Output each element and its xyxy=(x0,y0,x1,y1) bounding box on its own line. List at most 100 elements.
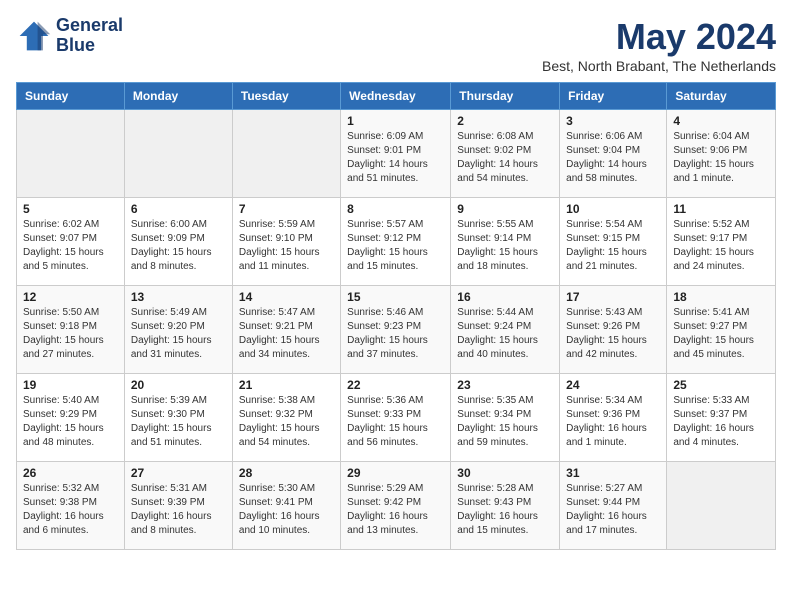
weekday-header-friday: Friday xyxy=(560,83,667,110)
day-number: 15 xyxy=(347,290,444,304)
day-number: 2 xyxy=(457,114,553,128)
title-block: May 2024 Best, North Brabant, The Nether… xyxy=(542,16,776,74)
calendar-week-row: 19 Sunrise: 5:40 AM Sunset: 9:29 PM Dayli… xyxy=(17,374,776,462)
day-info: Sunrise: 5:30 AM Sunset: 9:41 PM Dayligh… xyxy=(239,482,334,538)
day-info: Sunrise: 5:40 AM Sunset: 9:29 PM Dayligh… xyxy=(23,394,118,450)
weekday-header-sunday: Sunday xyxy=(17,83,125,110)
calendar-cell: 5 Sunrise: 6:02 AM Sunset: 9:07 PM Daylig… xyxy=(17,198,125,286)
calendar-week-row: 26 Sunrise: 5:32 AM Sunset: 9:38 PM Dayli… xyxy=(17,462,776,550)
day-info: Sunrise: 6:00 AM Sunset: 9:09 PM Dayligh… xyxy=(131,218,226,274)
logo-icon xyxy=(16,18,52,54)
day-info: Sunrise: 5:33 AM Sunset: 9:37 PM Dayligh… xyxy=(673,394,769,450)
day-number: 8 xyxy=(347,202,444,216)
calendar-table: SundayMondayTuesdayWednesdayThursdayFrid… xyxy=(16,82,776,550)
calendar-cell: 24Sunrise: 5:34 AM Sunset: 9:36 PM Dayli… xyxy=(560,374,667,462)
calendar-cell: 21 Sunrise: 5:38 AM Sunset: 9:32 PM Dayli… xyxy=(232,374,340,462)
day-info: Sunrise: 5:32 AM Sunset: 9:38 PM Dayligh… xyxy=(23,482,118,538)
day-info: Sunrise: 5:43 AM Sunset: 9:26 PM Dayligh… xyxy=(566,306,660,362)
day-info: Sunrise: 5:36 AM Sunset: 9:33 PM Dayligh… xyxy=(347,394,444,450)
calendar-cell: 20 Sunrise: 5:39 AM Sunset: 9:30 PM Dayli… xyxy=(124,374,232,462)
calendar-cell: 19 Sunrise: 5:40 AM Sunset: 9:29 PM Dayli… xyxy=(17,374,125,462)
day-number: 18 xyxy=(673,290,769,304)
day-info: Sunrise: 5:35 AM Sunset: 9:34 PM Dayligh… xyxy=(457,394,553,450)
calendar-cell: 15Sunrise: 5:46 AM Sunset: 9:23 PM Dayli… xyxy=(341,286,451,374)
calendar-cell: 2 Sunrise: 6:08 AM Sunset: 9:02 PM Daylig… xyxy=(451,110,560,198)
calendar-cell xyxy=(17,110,125,198)
day-info: Sunrise: 5:52 AM Sunset: 9:17 PM Dayligh… xyxy=(673,218,769,274)
calendar-cell: 23 Sunrise: 5:35 AM Sunset: 9:34 PM Dayli… xyxy=(451,374,560,462)
calendar-header-row: SundayMondayTuesdayWednesdayThursdayFrid… xyxy=(17,83,776,110)
calendar-cell: 17 Sunrise: 5:43 AM Sunset: 9:26 PM Dayli… xyxy=(560,286,667,374)
day-info: Sunrise: 6:04 AM Sunset: 9:06 PM Dayligh… xyxy=(673,130,769,186)
weekday-header-thursday: Thursday xyxy=(451,83,560,110)
day-number: 13 xyxy=(131,290,226,304)
calendar-cell: 16Sunrise: 5:44 AM Sunset: 9:24 PM Dayli… xyxy=(451,286,560,374)
day-info: Sunrise: 6:02 AM Sunset: 9:07 PM Dayligh… xyxy=(23,218,118,274)
day-info: Sunrise: 6:06 AM Sunset: 9:04 PM Dayligh… xyxy=(566,130,660,186)
calendar-cell: 9Sunrise: 5:55 AM Sunset: 9:14 PM Daylig… xyxy=(451,198,560,286)
day-number: 5 xyxy=(23,202,118,216)
day-number: 31 xyxy=(566,466,660,480)
day-number: 29 xyxy=(347,466,444,480)
weekday-header-monday: Monday xyxy=(124,83,232,110)
calendar-cell: 31 Sunrise: 5:27 AM Sunset: 9:44 PM Dayli… xyxy=(560,462,667,550)
calendar-cell: 4 Sunrise: 6:04 AM Sunset: 9:06 PM Daylig… xyxy=(667,110,776,198)
weekday-header-tuesday: Tuesday xyxy=(232,83,340,110)
day-info: Sunrise: 5:38 AM Sunset: 9:32 PM Dayligh… xyxy=(239,394,334,450)
day-number: 6 xyxy=(131,202,226,216)
location-text: Best, North Brabant, The Netherlands xyxy=(542,58,776,74)
day-number: 28 xyxy=(239,466,334,480)
day-info: Sunrise: 5:57 AM Sunset: 9:12 PM Dayligh… xyxy=(347,218,444,274)
calendar-week-row: 1Sunrise: 6:09 AM Sunset: 9:01 PM Daylig… xyxy=(17,110,776,198)
day-number: 27 xyxy=(131,466,226,480)
calendar-cell xyxy=(232,110,340,198)
day-number: 14 xyxy=(239,290,334,304)
day-number: 9 xyxy=(457,202,553,216)
calendar-cell: 26 Sunrise: 5:32 AM Sunset: 9:38 PM Dayli… xyxy=(17,462,125,550)
day-number: 1 xyxy=(347,114,444,128)
day-number: 23 xyxy=(457,378,553,392)
day-number: 3 xyxy=(566,114,660,128)
weekday-header-saturday: Saturday xyxy=(667,83,776,110)
day-info: Sunrise: 5:49 AM Sunset: 9:20 PM Dayligh… xyxy=(131,306,226,362)
calendar-cell: 1Sunrise: 6:09 AM Sunset: 9:01 PM Daylig… xyxy=(341,110,451,198)
day-info: Sunrise: 5:59 AM Sunset: 9:10 PM Dayligh… xyxy=(239,218,334,274)
day-number: 30 xyxy=(457,466,553,480)
day-number: 17 xyxy=(566,290,660,304)
day-number: 20 xyxy=(131,378,226,392)
calendar-cell: 29Sunrise: 5:29 AM Sunset: 9:42 PM Dayli… xyxy=(341,462,451,550)
weekday-header-wednesday: Wednesday xyxy=(341,83,451,110)
day-number: 22 xyxy=(347,378,444,392)
calendar-cell: 18 Sunrise: 5:41 AM Sunset: 9:27 PM Dayli… xyxy=(667,286,776,374)
day-number: 19 xyxy=(23,378,118,392)
day-info: Sunrise: 5:54 AM Sunset: 9:15 PM Dayligh… xyxy=(566,218,660,274)
calendar-cell: 22 Sunrise: 5:36 AM Sunset: 9:33 PM Dayli… xyxy=(341,374,451,462)
day-number: 12 xyxy=(23,290,118,304)
day-info: Sunrise: 5:28 AM Sunset: 9:43 PM Dayligh… xyxy=(457,482,553,538)
calendar-cell: 8 Sunrise: 5:57 AM Sunset: 9:12 PM Daylig… xyxy=(341,198,451,286)
day-info: Sunrise: 5:41 AM Sunset: 9:27 PM Dayligh… xyxy=(673,306,769,362)
day-number: 25 xyxy=(673,378,769,392)
calendar-cell: 12Sunrise: 5:50 AM Sunset: 9:18 PM Dayli… xyxy=(17,286,125,374)
page-header: General Blue May 2024 Best, North Braban… xyxy=(16,16,776,74)
day-info: Sunrise: 5:34 AM Sunset: 9:36 PM Dayligh… xyxy=(566,394,660,450)
day-number: 7 xyxy=(239,202,334,216)
day-info: Sunrise: 5:44 AM Sunset: 9:24 PM Dayligh… xyxy=(457,306,553,362)
day-info: Sunrise: 5:39 AM Sunset: 9:30 PM Dayligh… xyxy=(131,394,226,450)
calendar-cell: 14 Sunrise: 5:47 AM Sunset: 9:21 PM Dayli… xyxy=(232,286,340,374)
day-info: Sunrise: 6:08 AM Sunset: 9:02 PM Dayligh… xyxy=(457,130,553,186)
calendar-cell: 13 Sunrise: 5:49 AM Sunset: 9:20 PM Dayli… xyxy=(124,286,232,374)
calendar-cell xyxy=(667,462,776,550)
month-title: May 2024 xyxy=(542,16,776,58)
calendar-body: 1Sunrise: 6:09 AM Sunset: 9:01 PM Daylig… xyxy=(17,110,776,550)
day-number: 21 xyxy=(239,378,334,392)
calendar-cell: 27Sunrise: 5:31 AM Sunset: 9:39 PM Dayli… xyxy=(124,462,232,550)
calendar-cell: 28 Sunrise: 5:30 AM Sunset: 9:41 PM Dayli… xyxy=(232,462,340,550)
day-number: 4 xyxy=(673,114,769,128)
day-number: 10 xyxy=(566,202,660,216)
day-number: 26 xyxy=(23,466,118,480)
day-info: Sunrise: 5:47 AM Sunset: 9:21 PM Dayligh… xyxy=(239,306,334,362)
calendar-week-row: 5 Sunrise: 6:02 AM Sunset: 9:07 PM Daylig… xyxy=(17,198,776,286)
day-info: Sunrise: 5:27 AM Sunset: 9:44 PM Dayligh… xyxy=(566,482,660,538)
calendar-week-row: 12Sunrise: 5:50 AM Sunset: 9:18 PM Dayli… xyxy=(17,286,776,374)
